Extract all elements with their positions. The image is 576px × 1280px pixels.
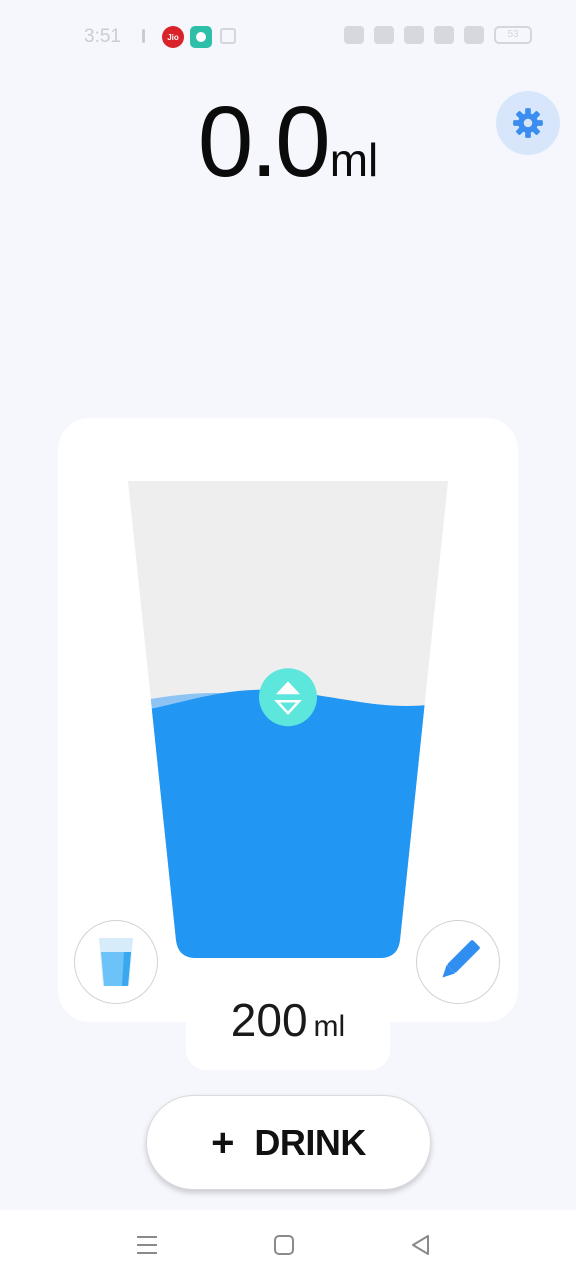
settings-button[interactable]: [496, 91, 560, 155]
navigation-bar: [0, 1210, 576, 1280]
cup-icon: [99, 938, 133, 986]
plus-icon: +: [211, 1120, 235, 1165]
glass-volume-value: 200: [230, 994, 308, 1046]
pencil-icon: [442, 940, 480, 978]
total-intake-unit: ml: [329, 134, 379, 186]
home-icon[interactable]: [271, 1232, 297, 1258]
cup-size-button[interactable]: [74, 920, 158, 1004]
menu-icon[interactable]: [134, 1232, 160, 1258]
gallery-notification-icon: [220, 28, 236, 44]
level-handle[interactable]: [259, 668, 317, 727]
status-time: 3:51: [84, 26, 121, 47]
edit-volume-button[interactable]: [416, 920, 500, 1004]
status-icons: 53: [344, 26, 532, 44]
gear-icon: [513, 108, 543, 138]
total-intake: 0.0ml: [0, 92, 576, 192]
volte-icon: [434, 26, 454, 44]
drink-button[interactable]: + DRINK: [146, 1095, 431, 1190]
alarm-icon: [344, 26, 364, 44]
signal-icon: [464, 26, 484, 44]
battery-icon: 53: [494, 26, 532, 44]
jio-icon: Jio: [162, 26, 184, 48]
glass-volume-unit: ml: [313, 1010, 346, 1043]
alert-icon: [142, 29, 145, 43]
drink-button-label: DRINK: [254, 1121, 366, 1163]
back-icon[interactable]: [408, 1232, 434, 1258]
total-intake-value: 0.0: [197, 86, 331, 198]
app-notification-icon: [190, 26, 212, 48]
water-fill: [128, 689, 448, 958]
status-bar: 3:51 Jio 53: [0, 0, 576, 76]
glass-volume: 200 ml: [186, 990, 390, 1070]
wifi-icon: [404, 26, 424, 44]
mute-icon: [374, 26, 394, 44]
